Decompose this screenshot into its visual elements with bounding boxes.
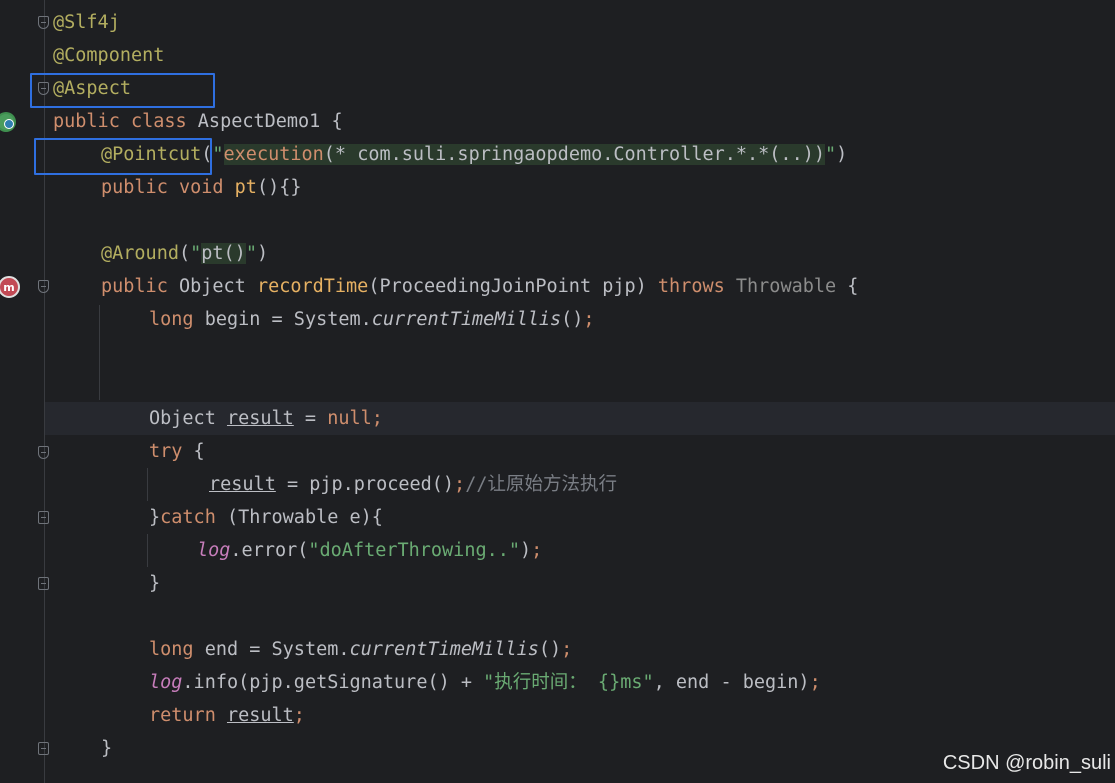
semicolon: ; bbox=[809, 672, 821, 693]
keyword: public void bbox=[101, 177, 235, 198]
semicolon: ; bbox=[371, 408, 383, 429]
method-call: .error( bbox=[230, 540, 309, 561]
exception-type: Throwable bbox=[735, 276, 837, 297]
paren: ) bbox=[256, 243, 269, 264]
code-line-8: @Around("pt()") bbox=[101, 237, 268, 270]
paren: ) bbox=[836, 144, 848, 165]
brace: { bbox=[182, 441, 205, 462]
execution-keyword: execution bbox=[223, 144, 324, 165]
keyword: catch bbox=[160, 507, 216, 528]
code-line-18: } bbox=[149, 573, 161, 594]
string-quote: " bbox=[825, 144, 837, 165]
pointcut-reference: pt() bbox=[201, 243, 246, 264]
method-call: .info(pjp.getSignature() + bbox=[182, 672, 484, 693]
keyword: long bbox=[149, 639, 205, 660]
code-line-9: public Object recordTime(ProceedingJoinP… bbox=[101, 270, 858, 303]
type: Object bbox=[149, 408, 227, 429]
brace: } bbox=[149, 507, 161, 528]
null-keyword: null bbox=[327, 408, 372, 429]
code-content[interactable]: @Slf4j @Component @Aspect public class A… bbox=[0, 0, 1115, 783]
return-type: Object bbox=[178, 276, 257, 297]
keyword: return bbox=[149, 705, 227, 726]
pointcut-highlight-box bbox=[34, 138, 212, 175]
paren: ) bbox=[520, 540, 532, 561]
params: (ProceedingJoinPoint pjp) bbox=[368, 276, 658, 297]
brace: { bbox=[836, 276, 859, 297]
assignment: end = System. bbox=[204, 639, 350, 660]
statement: = pjp.proceed() bbox=[275, 474, 455, 495]
code-line-17: log.error("doAfterThrowing.."); bbox=[197, 534, 542, 567]
keyword: long bbox=[149, 309, 205, 330]
code-line-5: @Pointcut("execution(* com.suli.springao… bbox=[101, 138, 847, 171]
code-line-16: }catch (Throwable e){ bbox=[149, 501, 383, 534]
log-field: log bbox=[197, 540, 231, 561]
code-line-10: long begin = System.currentTimeMillis(); bbox=[149, 303, 595, 336]
code-line-20: long end = System.currentTimeMillis(); bbox=[149, 633, 572, 666]
code-line-21: log.info(pjp.getSignature() + "执行时间： {}m… bbox=[149, 666, 821, 699]
semicolon: ; bbox=[293, 705, 305, 726]
keyword: public bbox=[101, 276, 179, 297]
string-literal: "doAfterThrowing.." bbox=[308, 540, 521, 561]
semicolon: ; bbox=[454, 474, 466, 495]
static-call: currentTimeMillis bbox=[349, 639, 539, 660]
string-literal: "执行时间： {}ms" bbox=[483, 672, 654, 693]
pointcut-expression: execution(* com.suli.springaopdemo.Contr… bbox=[223, 144, 825, 165]
code-line-2: @Component bbox=[53, 45, 165, 66]
keyword: try bbox=[149, 441, 183, 462]
code-line-6: public void pt(){} bbox=[101, 171, 302, 204]
watermark: CSDN @robin_suli bbox=[942, 752, 1111, 774]
string-quote: " bbox=[190, 243, 202, 264]
code-line-14: try { bbox=[149, 435, 205, 468]
static-call: currentTimeMillis bbox=[371, 309, 562, 330]
keyword: throws bbox=[657, 276, 736, 297]
class-name: AspectDemo1 { bbox=[197, 111, 343, 132]
log-field: log bbox=[149, 672, 183, 693]
code-line-4: public class AspectDemo1 { bbox=[53, 105, 343, 138]
catch-params: (Throwable e){ bbox=[215, 507, 383, 528]
call-parens: () bbox=[538, 639, 562, 660]
keyword: public class bbox=[53, 111, 198, 132]
pointcut-body: (* com.suli.springaopdemo.Controller.*.*… bbox=[323, 144, 825, 165]
code-editor[interactable]: m @Slf4j @Component @Aspect public class… bbox=[0, 0, 1115, 783]
assignment: begin = System. bbox=[204, 309, 372, 330]
code-line-15: result = pjp.proceed();//让原始方法执行 bbox=[209, 468, 617, 501]
method-name: recordTime bbox=[256, 276, 369, 297]
method-body: (){} bbox=[256, 177, 302, 198]
variable: result bbox=[226, 408, 294, 429]
variable: result bbox=[226, 705, 294, 726]
variable: result bbox=[209, 474, 276, 495]
aspect-highlight-box bbox=[30, 73, 215, 108]
paren: ( bbox=[178, 243, 191, 264]
string-quote: " bbox=[212, 144, 224, 165]
string-quote: " bbox=[245, 243, 257, 264]
args: , end - begin) bbox=[653, 672, 810, 693]
code-line-13: Object result = null; bbox=[149, 402, 383, 435]
annotation: @Around bbox=[101, 243, 179, 264]
code-line-22: return result; bbox=[149, 699, 305, 732]
code-line-23: } bbox=[101, 738, 113, 759]
semicolon: ; bbox=[583, 309, 595, 330]
method-name: pt bbox=[234, 177, 257, 198]
operator: = bbox=[293, 408, 328, 429]
code-line-1: @Slf4j bbox=[53, 12, 120, 33]
semicolon: ; bbox=[531, 540, 543, 561]
comment: //让原始方法执行 bbox=[465, 474, 617, 495]
semicolon: ; bbox=[561, 639, 573, 660]
call-parens: () bbox=[561, 309, 584, 330]
